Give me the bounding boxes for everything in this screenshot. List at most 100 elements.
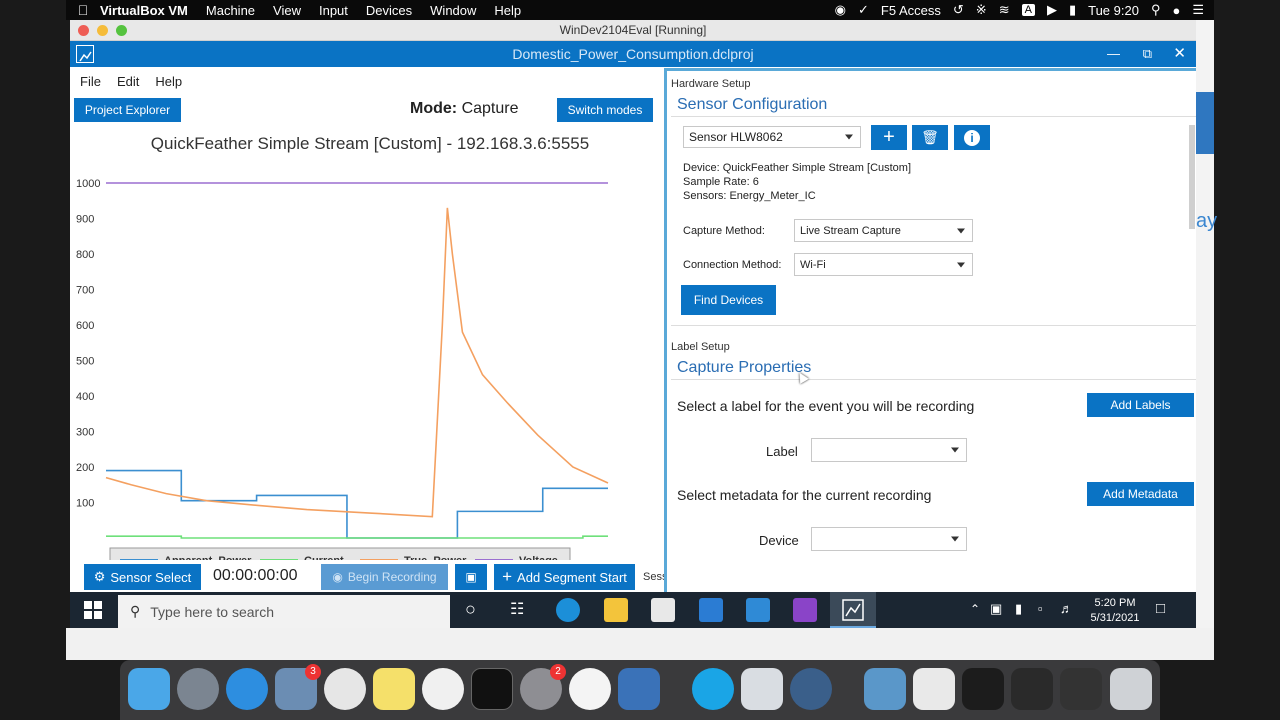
check-icon[interactable]: ✓	[858, 2, 869, 18]
battery-tray-icon[interactable]: ▮	[1015, 601, 1022, 617]
close-window-icon[interactable]	[78, 25, 89, 36]
tray-icon[interactable]: ▣	[990, 601, 1002, 617]
minimize-window-icon[interactable]	[97, 25, 108, 36]
data-capture-lab-taskbar-button[interactable]	[830, 592, 876, 628]
volume-icon[interactable]: ▶	[1047, 2, 1057, 18]
camera-icon: ▣	[465, 570, 477, 584]
visual-studio-icon[interactable]	[793, 598, 817, 622]
window-thumbnail-icon[interactable]	[1011, 668, 1053, 710]
scrollbar[interactable]	[1189, 125, 1195, 229]
find-devices-button[interactable]: Find Devices	[681, 285, 776, 315]
connection-method-dropdown[interactable]: Wi-Fi	[794, 253, 973, 276]
volume-tray-icon[interactable]: ♬	[1060, 601, 1073, 616]
safari-icon[interactable]	[226, 668, 268, 710]
bluetooth-icon[interactable]: ※	[976, 2, 987, 18]
skype-icon[interactable]	[692, 668, 734, 710]
trash-bin-icon[interactable]	[1110, 668, 1152, 710]
launchpad-icon[interactable]	[177, 668, 219, 710]
show-hidden-icons[interactable]: ⌃	[970, 602, 980, 616]
notification-center-icon[interactable]: ☰	[1192, 2, 1204, 18]
user-icon[interactable]: ●	[1172, 3, 1180, 18]
sensor-configuration-heading: Sensor Configuration	[677, 96, 828, 113]
slack-icon[interactable]	[422, 668, 464, 710]
restore-icon[interactable]: ⧉	[1143, 41, 1152, 67]
taskbar-clock[interactable]: 5:20 PM 5/31/2021	[1080, 596, 1150, 626]
zoom-window-icon[interactable]	[116, 25, 127, 36]
photos-icon[interactable]	[569, 668, 611, 710]
camera-button[interactable]: ▣	[455, 564, 487, 590]
spotlight-icon[interactable]: ⚲	[1151, 2, 1161, 18]
action-center-icon[interactable]: □	[1156, 600, 1165, 617]
switch-modes-button[interactable]: Switch modes	[557, 98, 653, 122]
file-thumbnail-icon[interactable]	[1060, 668, 1102, 710]
label-dropdown[interactable]	[811, 438, 967, 462]
menu-file[interactable]: File	[80, 74, 101, 89]
capture-method-dropdown[interactable]: Live Stream Capture	[794, 219, 973, 242]
virtualbox-icon[interactable]	[618, 668, 660, 710]
add-segment-start-button[interactable]: + Add Segment Start	[494, 564, 635, 590]
add-sensor-button[interactable]: +	[871, 125, 907, 150]
input-source[interactable]: A	[1021, 4, 1035, 16]
file-explorer-icon[interactable]	[604, 598, 628, 622]
battery-icon[interactable]: ▮	[1069, 2, 1076, 18]
sensor-info-button[interactable]: i	[954, 125, 990, 150]
device-dropdown[interactable]	[811, 527, 967, 551]
menu-input[interactable]: Input	[319, 3, 348, 18]
clock[interactable]: Tue 9:20	[1088, 3, 1139, 18]
menu-view[interactable]: View	[273, 3, 301, 18]
vscode-icon[interactable]	[746, 598, 770, 622]
menu-window[interactable]: Window	[430, 3, 476, 18]
downloads-folder-icon[interactable]	[864, 668, 906, 710]
hardware-setup-header[interactable]: Hardware Setup	[671, 78, 751, 90]
time-machine-icon[interactable]: ↺	[953, 2, 964, 18]
document-thumbnail-icon[interactable]	[913, 668, 955, 710]
chevron-down-icon	[951, 536, 959, 542]
apple-icon[interactable]: 	[66, 2, 100, 18]
terminal-icon[interactable]	[471, 668, 513, 710]
quicktime-icon[interactable]	[790, 668, 832, 710]
add-metadata-button[interactable]: Add Metadata	[1087, 482, 1194, 506]
y-tick-label: 900	[76, 214, 94, 226]
close-icon[interactable]: ✕	[1173, 41, 1186, 67]
finder-icon[interactable]	[128, 668, 170, 710]
record-circle-icon: ◉	[332, 570, 343, 584]
app-menu[interactable]: VirtualBox VM	[100, 3, 188, 18]
wifi-icon[interactable]: ≋	[999, 2, 1010, 18]
capture-method-label: Capture Method:	[683, 225, 765, 237]
windows-start-icon[interactable]	[84, 601, 102, 619]
store-icon[interactable]	[651, 598, 675, 622]
add-segment-label: Add Segment Start	[517, 569, 627, 585]
add-labels-button[interactable]: Add Labels	[1087, 393, 1194, 417]
preview-window-icon[interactable]	[741, 668, 783, 710]
minimize-icon[interactable]: —	[1107, 41, 1120, 67]
task-view-icon[interactable]: ☷	[510, 599, 524, 619]
trash-icon: 🗑	[921, 129, 939, 145]
menu-devices[interactable]: Devices	[366, 3, 412, 18]
record-icon[interactable]: ◉	[835, 2, 846, 18]
network-icon[interactable]: ▫	[1038, 601, 1043, 616]
menu-edit[interactable]: Edit	[117, 74, 139, 89]
menu-help[interactable]: Help	[494, 3, 521, 18]
app-logo-icon	[76, 45, 94, 63]
mail-icon[interactable]	[699, 598, 723, 622]
y-tick-label: 1000	[76, 178, 100, 190]
notes-icon[interactable]	[373, 668, 415, 710]
menu-machine[interactable]: Machine	[206, 3, 255, 18]
begin-recording-button[interactable]: ◉ Begin Recording	[321, 564, 448, 590]
menu-app-help[interactable]: Help	[155, 74, 182, 89]
project-explorer-button[interactable]: Project Explorer	[74, 98, 181, 122]
taskbar-search[interactable]: ⚲ Type here to search	[118, 595, 450, 628]
edge-icon[interactable]	[556, 598, 580, 622]
stream-chart: 1002003004005006007008009001000Apparent_…	[76, 178, 609, 560]
connection-method-label: Connection Method:	[683, 259, 782, 271]
screenshot-thumbnail-icon[interactable]	[962, 668, 1004, 710]
f5-access-status[interactable]: F5 Access	[881, 3, 941, 18]
chrome-icon[interactable]	[324, 668, 366, 710]
vm-titlebar[interactable]: WinDev2104Eval [Running]	[70, 20, 1196, 41]
sensor-select-button[interactable]: ⚙ Sensor Select	[84, 564, 201, 590]
cortana-icon[interactable]: ○	[465, 599, 476, 620]
sensor-dropdown[interactable]: Sensor HLW8062	[683, 126, 861, 148]
label-setup-header[interactable]: Label Setup	[671, 341, 730, 353]
delete-sensor-button[interactable]: 🗑	[912, 125, 948, 150]
mode-indicator: Mode: Capture	[410, 100, 518, 118]
